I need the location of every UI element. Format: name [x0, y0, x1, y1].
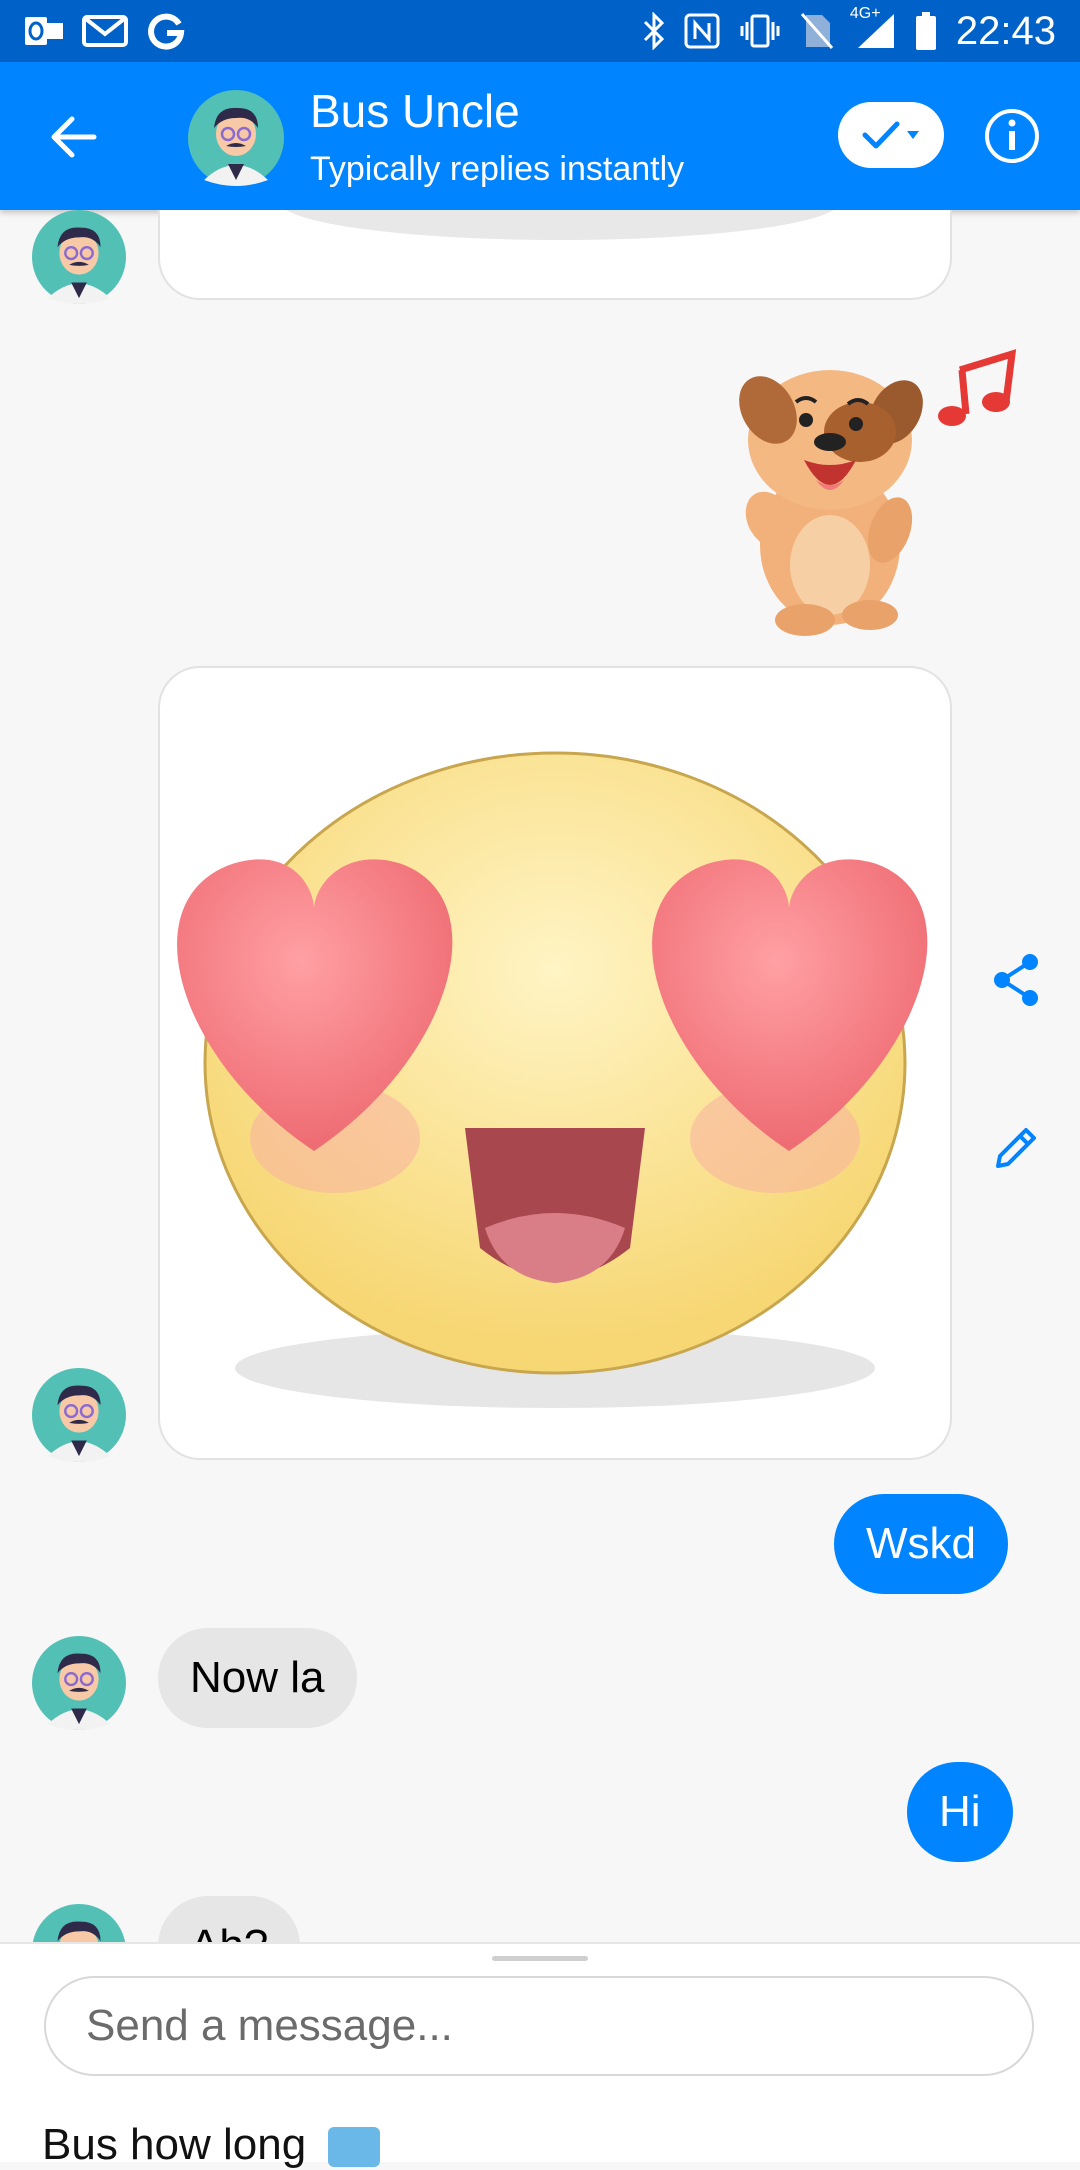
app-bar: Bus Uncle Typically replies instantly — [0, 62, 1080, 210]
contact-avatar[interactable] — [188, 90, 284, 186]
status-bar: 4G+ 22:43 — [0, 0, 1080, 62]
battery-icon — [914, 11, 938, 51]
status-bar-right: 4G+ 22:43 — [642, 6, 1056, 54]
sent-message[interactable]: Wskd — [834, 1494, 1008, 1594]
chevron-down-icon — [907, 131, 919, 139]
back-arrow-icon — [51, 116, 97, 158]
gmail-icon — [82, 14, 128, 48]
quick-reply-suggestion[interactable]: Bus how long — [42, 2120, 381, 2170]
message-input[interactable]: Send a message... — [44, 1976, 1034, 2076]
received-message[interactable]: Now la — [158, 1628, 357, 1728]
google-icon — [146, 11, 186, 51]
conversation[interactable]: Wskd Now la Hi Ah? — [0, 210, 1080, 1942]
share-icon — [994, 954, 1038, 1006]
sticker-shadow — [286, 210, 834, 240]
outlook-icon — [24, 14, 64, 48]
avatar[interactable] — [32, 1904, 126, 1942]
drag-handle[interactable] — [492, 1956, 588, 1961]
network-type-label: 4G+ — [849, 5, 881, 22]
avatar[interactable] — [32, 1368, 126, 1462]
contact-name[interactable]: Bus Uncle — [310, 84, 520, 138]
info-icon — [985, 109, 1039, 163]
info-button[interactable] — [982, 106, 1042, 166]
sticker-message[interactable] — [158, 210, 952, 300]
pug-sticker[interactable] — [710, 340, 1020, 640]
share-button[interactable] — [986, 950, 1046, 1010]
signal-icon: 4G+ — [850, 6, 896, 50]
nfc-icon — [684, 13, 720, 49]
check-icon — [862, 121, 900, 149]
received-message[interactable]: Ah? — [158, 1896, 301, 1942]
back-button[interactable] — [46, 109, 102, 165]
bus-icon — [328, 2127, 381, 2168]
pencil-icon — [996, 1128, 1036, 1168]
clock: 22:43 — [955, 8, 1056, 53]
composer: Send a message... Bus how long — [0, 1942, 1080, 2169]
done-dropdown-button[interactable] — [838, 102, 944, 168]
edit-button[interactable] — [986, 1118, 1046, 1178]
avatar[interactable] — [32, 210, 126, 304]
quick-reply-label: Bus how long — [42, 2120, 307, 2169]
status-bar-left — [24, 11, 186, 51]
avatar[interactable] — [32, 1636, 126, 1730]
no-sim-icon — [800, 12, 834, 50]
bluetooth-icon — [642, 12, 666, 50]
response-time-status: Typically replies instantly — [310, 150, 685, 188]
vibrate-icon — [738, 13, 782, 49]
heart-eyes-sticker-message[interactable] — [158, 666, 952, 1460]
sent-message[interactable]: Hi — [907, 1762, 1013, 1862]
